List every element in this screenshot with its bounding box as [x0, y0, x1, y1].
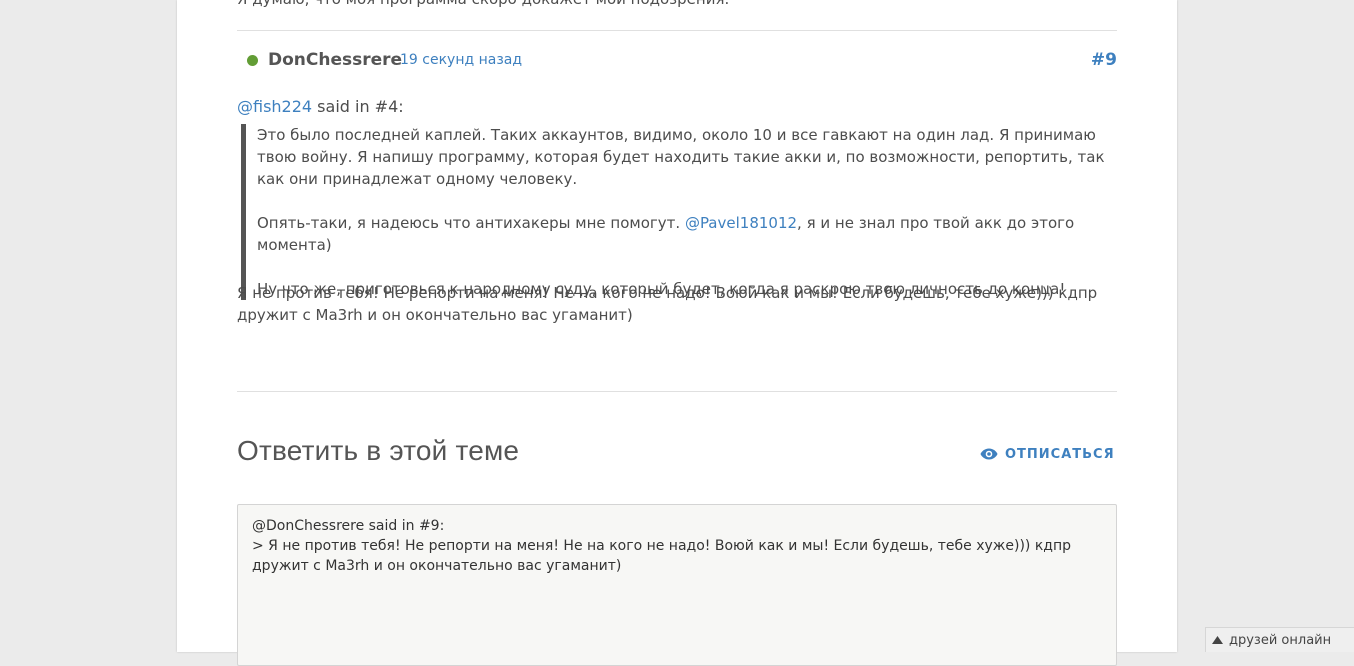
- triangle-up-icon: [1212, 636, 1223, 644]
- reply-textarea[interactable]: @DonChessrere said in #9: > Я не против …: [237, 504, 1117, 666]
- quote-p2-before: Опять-таки, я надеюсь что антихакеры мне…: [257, 214, 685, 232]
- quote-paragraph-1: Это было последней каплей. Таких аккаунт…: [257, 126, 1105, 188]
- post-divider: [237, 30, 1117, 31]
- reply-textarea-content[interactable]: @DonChessrere said in #9: > Я не против …: [252, 516, 1102, 576]
- post-time-link[interactable]: 19 секунд назад: [400, 52, 522, 68]
- reply-divider: [237, 391, 1117, 392]
- friends-online-bar[interactable]: друзей онлайн: [1205, 627, 1354, 652]
- blockquote: Это было последней каплей. Таких аккаунт…: [241, 124, 1122, 300]
- friends-online-label: друзей онлайн: [1229, 632, 1332, 648]
- eye-icon: [980, 448, 998, 460]
- previous-post-text: Я думаю, что моя программа скоро докажет…: [237, 0, 1117, 10]
- mention-pavel181012[interactable]: @Pavel181012: [685, 214, 797, 232]
- reply-heading: Ответить в этой теме: [237, 435, 520, 466]
- post-header: DonChessrere 19 секунд назад #9: [237, 44, 1117, 78]
- mention-fish224[interactable]: @fish224: [237, 97, 312, 116]
- forum-page: Я думаю, что моя программа скоро докажет…: [177, 0, 1177, 666]
- online-status-icon: [247, 55, 258, 66]
- post-number-link[interactable]: #9: [1091, 50, 1117, 70]
- quote-paragraph-2: Опять-таки, я надеюсь что антихакеры мне…: [257, 212, 1122, 256]
- quote-said-text: said in #4:: [312, 97, 404, 116]
- post-body: Я не против тебя! Не репорти на меня! Не…: [237, 284, 1098, 324]
- quote-attribution: @fish224 said in #4:: [237, 97, 404, 116]
- post-author[interactable]: DonChessrere: [268, 50, 402, 70]
- unsubscribe-label: ОТПИСАТЬСЯ: [1005, 446, 1115, 462]
- unsubscribe-button[interactable]: ОТПИСАТЬСЯ: [980, 444, 1115, 464]
